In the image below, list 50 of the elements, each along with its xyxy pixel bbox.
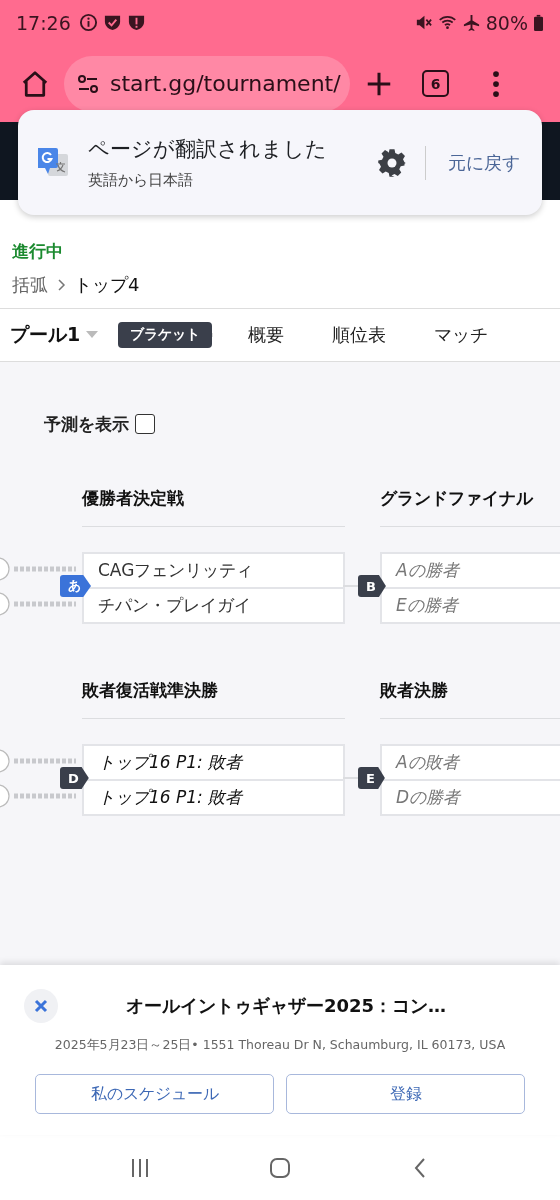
address-bar[interactable]: start.gg/tournament/ bbox=[64, 55, 350, 112]
match-label[interactable]: E bbox=[358, 767, 385, 789]
airplane-icon bbox=[461, 13, 481, 32]
settings-icon[interactable] bbox=[377, 147, 407, 178]
sheet-button[interactable]: 私のスケジュール bbox=[35, 1074, 274, 1114]
close-button[interactable] bbox=[24, 989, 58, 1023]
match-card[interactable]: Aの勝者 Eの勝者 bbox=[380, 552, 560, 624]
home-button-icon[interactable] bbox=[268, 1155, 292, 1180]
round-title: 敗者復活戦準決勝 bbox=[82, 678, 218, 702]
wifi-icon bbox=[437, 13, 457, 32]
info-icon bbox=[78, 13, 98, 32]
match-card[interactable]: トップ16 P1: 敗者 トップ16 P1: 敗者 bbox=[82, 744, 345, 816]
breadcrumb-link[interactable]: トップ4 bbox=[74, 273, 140, 297]
translation-languages: 英語から日本語 bbox=[88, 171, 194, 190]
match-label[interactable]: D bbox=[60, 767, 89, 789]
predictions-checkbox[interactable] bbox=[135, 414, 155, 434]
event-status: 進行中 bbox=[12, 240, 64, 263]
tab-switcher-button[interactable]: 6 bbox=[422, 70, 449, 97]
event-title: オールイントゥギャザー2025：コン… bbox=[124, 994, 448, 1018]
round-title: 敗者決勝 bbox=[380, 678, 448, 702]
undo-translation-button[interactable]: 元に戻す bbox=[444, 150, 524, 175]
view-tab[interactable]: 概要 bbox=[224, 309, 309, 361]
view-tab[interactable]: マッチ bbox=[410, 309, 513, 361]
shield-check-icon bbox=[102, 13, 122, 32]
view-tab[interactable]: ブラケット bbox=[118, 322, 213, 348]
entrant-slot[interactable]: Dの勝者 bbox=[382, 779, 560, 814]
close-icon bbox=[34, 999, 48, 1013]
status-time: 17:26 bbox=[16, 11, 71, 34]
round-title: 優勝者決定戦 bbox=[82, 486, 184, 510]
entrant-slot[interactable]: Aの敗者 bbox=[382, 746, 560, 779]
event-details: 2025年5月23日～25日• 1551 Thoreau Dr N, Schaumburg, IL 60173, USA bbox=[53, 1037, 507, 1054]
entrant-slot[interactable]: チパン・プレイガイ bbox=[84, 587, 343, 622]
match-card[interactable]: Aの敗者 Dの勝者 bbox=[380, 744, 560, 816]
sheet-button[interactable]: 登録 bbox=[286, 1074, 525, 1114]
chevron-right-icon bbox=[56, 278, 66, 292]
match-label[interactable]: B bbox=[358, 575, 386, 597]
battery-level: 80% bbox=[485, 11, 528, 34]
view-tab[interactable]: 順位表 bbox=[308, 309, 411, 361]
breadcrumb-link[interactable]: 括弧 bbox=[12, 273, 48, 297]
entrant-slot[interactable]: トップ16 P1: 敗者 bbox=[84, 779, 343, 814]
round-title: グランドファイナル bbox=[380, 486, 533, 510]
translation-title: ページが翻訳されました bbox=[88, 136, 328, 163]
pool-dropdown[interactable]: プール1 bbox=[0, 322, 119, 348]
url-text: start.gg/tournament/ bbox=[110, 71, 341, 96]
home-icon[interactable] bbox=[20, 68, 50, 99]
battery-icon bbox=[533, 13, 544, 32]
shield-alert-icon bbox=[126, 13, 146, 32]
predictions-label: 予測を表示 bbox=[44, 412, 129, 436]
match-card[interactable]: CAGフェンリッティ チパン・プレイガイ bbox=[82, 552, 345, 624]
caret-icon bbox=[86, 331, 99, 339]
